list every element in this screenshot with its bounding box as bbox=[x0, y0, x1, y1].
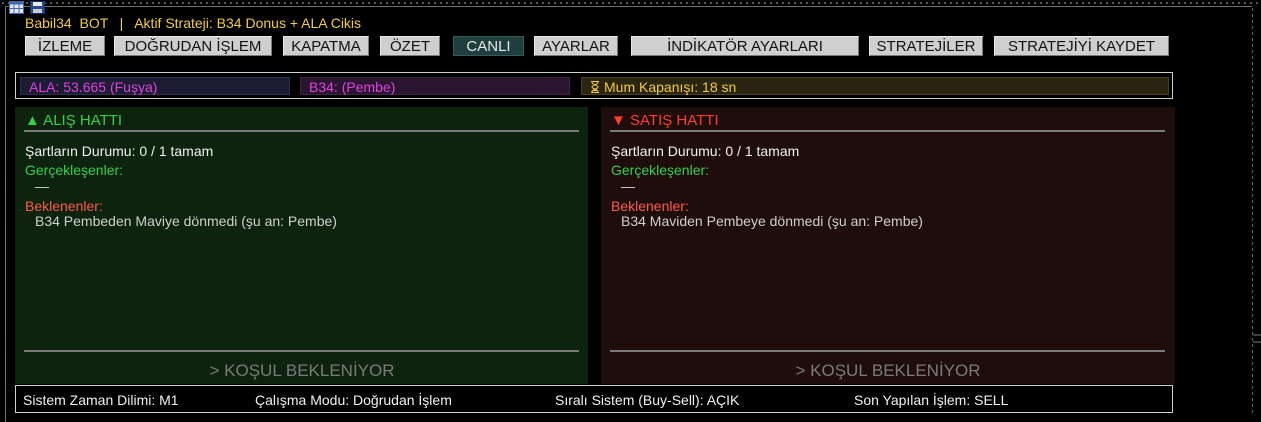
save-icon[interactable] bbox=[30, 1, 45, 14]
table-icon[interactable] bbox=[9, 1, 24, 14]
tab-indikator-ayarlari[interactable]: İNDİKATÖR AYARLARI bbox=[631, 36, 859, 56]
last-trade: Son Yapılan İşlem: SELL bbox=[854, 392, 1009, 408]
buy-realized-value: — bbox=[35, 178, 49, 194]
panel-separator bbox=[588, 107, 601, 384]
hourglass-icon bbox=[591, 81, 599, 93]
buy-pending-value: B34 Pembeden Maviye dönmedi (şu an: Pemb… bbox=[35, 213, 337, 229]
buy-panel-title: ▲ ALIŞ HATTI bbox=[25, 112, 123, 129]
tab-ozet[interactable]: ÖZET bbox=[380, 36, 440, 56]
system-info-bar: Sistem Zaman Dilimi: M1 Çalışma Modu: Do… bbox=[15, 385, 1173, 413]
candle-close-text: Mum Kapanışı: 18 sn bbox=[604, 79, 737, 95]
sell-state: > KOŞUL BEKLENİYOR bbox=[795, 361, 981, 380]
price-scale-marker bbox=[1253, 334, 1261, 343]
sell-divider-bottom bbox=[610, 350, 1165, 352]
window-title: Babil34 BOT | Aktif Strateji: B34 Donus … bbox=[25, 15, 362, 31]
ala-status: ALA: 53.665 (Fuşya) bbox=[20, 77, 290, 95]
sell-realized-value: — bbox=[621, 178, 635, 194]
system-timeframe: Sistem Zaman Dilimi: M1 bbox=[23, 392, 179, 408]
tab-stratejiler[interactable]: STRATEJİLER bbox=[869, 36, 983, 56]
chart-right-scale bbox=[1252, 8, 1253, 413]
sell-panel: ▼ SATIŞ HATTI Şartların Durumu: 0 / 1 ta… bbox=[601, 107, 1175, 384]
tab-kapatma[interactable]: KAPATMA bbox=[283, 36, 369, 56]
buy-panel: ▲ ALIŞ HATTI Şartların Durumu: 0 / 1 tam… bbox=[15, 107, 589, 384]
tab-dogrudan-islem[interactable]: DOĞRUDAN İŞLEM bbox=[114, 36, 272, 56]
sell-divider-top bbox=[610, 130, 1165, 132]
tab-ayarlar[interactable]: AYARLAR bbox=[534, 36, 618, 56]
sell-pending-value: B34 Maviden Pembeye dönmedi (şu an: Pemb… bbox=[621, 213, 923, 229]
indicator-status-bar: ALA: 53.665 (Fuşya) B34: (Pembe) Mum Kap… bbox=[15, 72, 1173, 99]
buy-conditions-status: Şartların Durumu: 0 / 1 tamam bbox=[25, 143, 214, 159]
buy-state: > KOŞUL BEKLENİYOR bbox=[209, 361, 395, 380]
b34-status: B34: (Pembe) bbox=[300, 77, 570, 95]
candle-close-status: Mum Kapanışı: 18 sn bbox=[581, 77, 1169, 95]
tab-izleme[interactable]: İZLEME bbox=[25, 36, 105, 56]
window-icons bbox=[9, 1, 45, 14]
buy-divider-top bbox=[24, 130, 579, 132]
sequential-system: Sıralı Sistem (Buy-Sell): AÇIK bbox=[555, 392, 740, 408]
tab-canli[interactable]: CANLI bbox=[453, 36, 524, 56]
sell-conditions-status: Şartların Durumu: 0 / 1 tamam bbox=[611, 143, 800, 159]
buy-divider-bottom bbox=[24, 350, 579, 352]
tab-stratejiyi-kaydet[interactable]: STRATEJİYİ KAYDET bbox=[994, 36, 1169, 56]
sell-panel-title: ▼ SATIŞ HATTI bbox=[611, 112, 719, 129]
working-mode: Çalışma Modu: Doğrudan İşlem bbox=[255, 392, 452, 408]
